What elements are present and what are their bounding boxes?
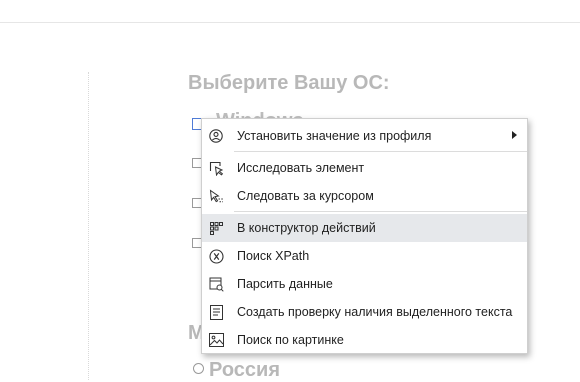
- menu-item-label: Создать проверку наличия выделенного тек…: [237, 305, 513, 319]
- os-heading: Выберите Вашу ОС:: [188, 72, 390, 94]
- inspect-element-icon: [208, 160, 224, 176]
- context-menu: Установить значение из профиля Исследова…: [201, 118, 528, 354]
- image-search-icon: [208, 332, 224, 348]
- menu-item-label: Поиск по картинке: [237, 333, 344, 347]
- menu-item-inspect-element[interactable]: Исследовать элемент: [202, 154, 527, 182]
- menu-item-label: Следовать за курсором: [237, 189, 374, 203]
- menu-item-label: Парсить данные: [237, 277, 333, 291]
- menu-item-image-search[interactable]: Поиск по картинке: [202, 326, 527, 354]
- text-check-icon: [208, 304, 224, 320]
- menu-item-label: Установить значение из профиля: [237, 129, 432, 143]
- xpath-icon: [208, 248, 224, 264]
- menu-item-label: В конструктор действий: [237, 221, 376, 235]
- follow-cursor-icon: [208, 188, 224, 204]
- region-radio-label: Россия: [209, 359, 281, 381]
- menu-item-parse-data[interactable]: Парсить данные: [202, 270, 527, 298]
- region-radio-russia[interactable]: [193, 363, 204, 374]
- action-builder-icon: [208, 220, 224, 236]
- menu-item-xpath-search[interactable]: Поиск XPath: [202, 242, 527, 270]
- parse-data-icon: [208, 276, 224, 292]
- page-divider: [88, 72, 89, 380]
- menu-separator: [234, 151, 527, 152]
- menu-item-create-text-check[interactable]: Создать проверку наличия выделенного тек…: [202, 298, 527, 326]
- top-bar: [0, 0, 580, 23]
- profile-icon: [208, 128, 224, 144]
- menu-item-action-builder[interactable]: В конструктор действий: [202, 214, 527, 242]
- submenu-arrow-icon: [512, 131, 517, 139]
- menu-item-follow-cursor[interactable]: Следовать за курсором: [202, 182, 527, 210]
- menu-item-label: Поиск XPath: [237, 249, 310, 263]
- menu-item-label: Исследовать элемент: [237, 161, 365, 175]
- menu-separator: [234, 211, 527, 212]
- menu-item-set-from-profile[interactable]: Установить значение из профиля: [202, 122, 527, 150]
